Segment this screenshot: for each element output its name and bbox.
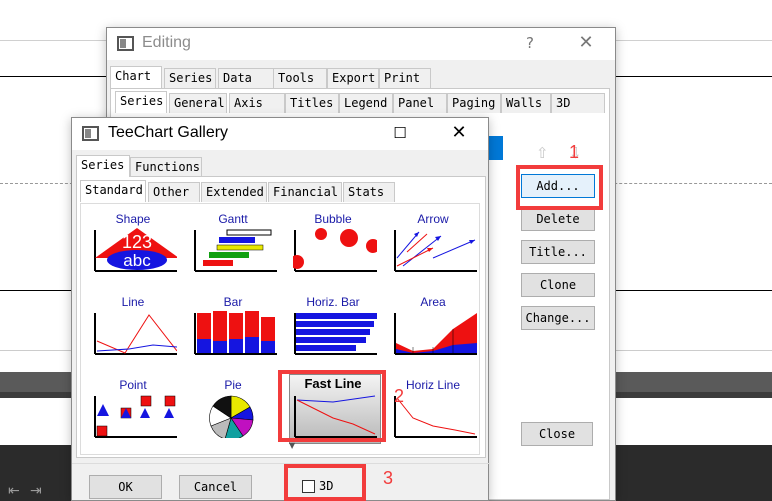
gallery-item-point[interactable]: Point — [85, 378, 181, 460]
annotation-label-1: 1 — [569, 142, 580, 162]
series-list-selection[interactable] — [487, 136, 503, 160]
tab-data[interactable]: Data — [218, 68, 274, 88]
tab-axis[interactable]: Axis — [229, 93, 285, 113]
bar-icon — [194, 311, 277, 355]
line-icon — [94, 313, 177, 355]
tab-general[interactable]: General — [169, 93, 227, 113]
gallery-window: TeeChart Gallery ☐ ✕ Series Functions St… — [71, 117, 490, 501]
horiz-line-icon — [394, 396, 477, 438]
horiz-bar-icon — [294, 313, 377, 355]
maximize-button[interactable]: ☐ — [387, 122, 413, 146]
gallery-titlebar: TeeChart Gallery ☐ ✕ — [72, 118, 488, 150]
gallery-item-label: Area — [420, 295, 446, 309]
delete-button[interactable]: Delete — [521, 207, 595, 231]
help-button[interactable]: ? — [517, 32, 543, 56]
tab-chart[interactable]: Chart — [110, 66, 162, 88]
move-up-icon[interactable]: ⇧ — [536, 144, 549, 162]
close-button[interactable]: ✕ — [573, 32, 599, 56]
gallery-item-arrow[interactable]: Arrow — [385, 212, 481, 294]
tab-3d[interactable]: 3D — [551, 93, 605, 113]
clone-button[interactable]: Clone — [521, 273, 595, 297]
tab-export[interactable]: Export — [327, 68, 379, 88]
tab-series[interactable]: Series — [76, 155, 130, 177]
gallery-item-label: Bar — [223, 295, 243, 309]
gallery-item-label: Shape — [115, 212, 151, 226]
editing-titlebar: Editing ? ✕ — [107, 28, 615, 60]
bg-arrow-icon[interactable]: ⇥ — [30, 483, 42, 499]
change-button[interactable]: Change... — [521, 306, 595, 330]
tab-tools[interactable]: Tools — [273, 68, 327, 88]
close-button[interactable]: ✕ — [446, 122, 472, 146]
area-icon — [394, 313, 477, 355]
tab-print[interactable]: Print — [379, 68, 431, 88]
gallery-item-bar[interactable]: Bar — [185, 295, 281, 377]
tab-series-sub[interactable]: Series — [115, 91, 167, 113]
app-icon — [82, 126, 99, 141]
annotation-box-fast-line — [278, 370, 386, 442]
tab-titles[interactable]: Titles — [285, 93, 339, 113]
tab-legend[interactable]: Legend — [339, 93, 393, 113]
gallery-item-horiz-bar[interactable]: Horiz. Bar — [285, 295, 381, 377]
annotation-label-2: 2 — [394, 386, 405, 406]
tab-functions[interactable]: Functions — [130, 157, 202, 177]
close-dialog-button[interactable]: Close — [521, 422, 593, 446]
tab-stats[interactable]: Stats — [343, 182, 395, 202]
tab-financial[interactable]: Financial — [268, 182, 342, 202]
gallery-item-area[interactable]: Area — [385, 295, 481, 377]
tab-extended[interactable]: Extended — [201, 182, 267, 202]
gantt-icon — [194, 229, 277, 272]
tab-walls[interactable]: Walls — [501, 93, 551, 113]
gallery-title: TeeChart Gallery — [108, 124, 229, 141]
bg-arrow-icon[interactable]: ⇤ — [8, 483, 20, 499]
tab-panel[interactable]: Panel — [393, 93, 447, 113]
scroll-down-icon[interactable]: ▼ — [289, 441, 295, 450]
shape-text-bottom: abc — [123, 251, 151, 270]
tab-series[interactable]: Series — [164, 68, 216, 88]
annotation-box-add — [516, 165, 603, 210]
gallery-item-label: Arrow — [417, 212, 449, 226]
tab-other[interactable]: Other — [148, 182, 200, 202]
annotation-box-3d — [284, 464, 366, 501]
gallery-item-bubble[interactable]: Bubble — [285, 212, 381, 294]
arrow-icon — [394, 230, 477, 272]
annotation-label-3: 3 — [383, 468, 394, 488]
divider — [72, 463, 490, 464]
gallery-item-label: Horiz. Bar — [306, 295, 360, 309]
ok-button[interactable]: OK — [89, 475, 162, 499]
gallery-item-shape[interactable]: Shape 123 abc — [85, 212, 181, 294]
shape-icon: 123 abc — [94, 228, 177, 272]
app-icon — [117, 36, 134, 51]
cancel-button[interactable]: Cancel — [179, 475, 252, 499]
gallery-item-label: Line — [121, 295, 145, 309]
shape-text-top: 123 — [122, 232, 152, 252]
gallery-item-label: Gantt — [218, 212, 248, 226]
gallery-item-gantt[interactable]: Gantt — [185, 212, 281, 294]
tab-standard[interactable]: Standard — [80, 180, 146, 202]
gallery-item-label: Pie — [224, 378, 242, 392]
point-icon — [94, 395, 177, 438]
tab-paging[interactable]: Paging — [447, 93, 501, 113]
gallery-item-label: Bubble — [314, 212, 352, 226]
gallery-item-line[interactable]: Line — [85, 295, 181, 377]
bubble-icon — [293, 228, 377, 272]
pie-icon — [209, 395, 254, 438]
title-button[interactable]: Title... — [521, 240, 595, 264]
gallery-item-label: Point — [119, 378, 147, 392]
gallery-item-pie[interactable]: Pie — [185, 378, 281, 460]
editing-title: Editing — [142, 34, 191, 51]
